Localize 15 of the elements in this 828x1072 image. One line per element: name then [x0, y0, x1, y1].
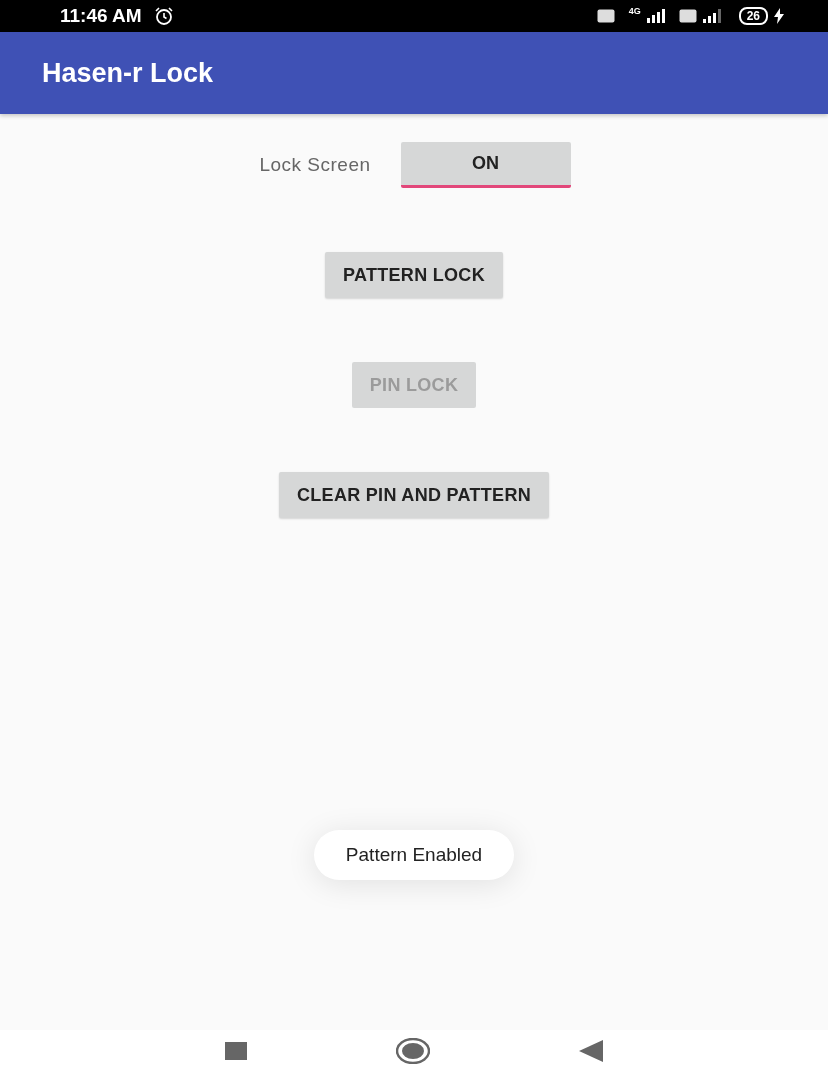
app-title: Hasen-r Lock	[42, 57, 214, 89]
charging-icon	[774, 8, 784, 24]
signal-icon	[646, 9, 665, 23]
alarm-icon	[153, 6, 174, 26]
home-icon[interactable]	[396, 1038, 430, 1064]
action-button[interactable]: CLEAR PIN AND PATTERN	[279, 472, 549, 518]
toast-message: Pattern Enabled	[313, 830, 515, 880]
back-icon[interactable]	[579, 1040, 604, 1062]
status-time: 11:46 AM	[60, 5, 142, 27]
toggle-button[interactable]: ON	[400, 142, 571, 188]
battery-level: 26	[738, 7, 768, 25]
network-type: 4G	[628, 6, 641, 16]
lock-screen-label: Lock Screen	[259, 154, 371, 176]
action-button[interactable]: PATTERN LOCK	[325, 252, 503, 298]
recents-icon[interactable]	[224, 1042, 247, 1060]
